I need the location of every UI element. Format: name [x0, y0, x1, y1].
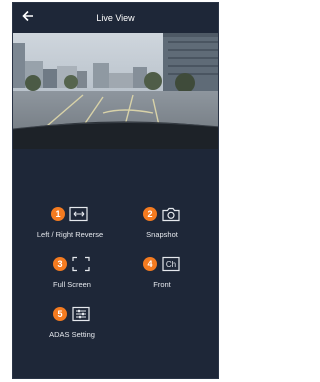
- badge-1: 1: [51, 207, 65, 221]
- badge-4: 4: [143, 257, 157, 271]
- live-view-screen: Live View 1 Left / Right Reverse 2 Snaps…: [12, 2, 219, 379]
- camera-icon: [161, 206, 181, 222]
- badge-5: 5: [53, 307, 67, 321]
- left-right-reverse-label: Left / Right Reverse: [36, 230, 104, 239]
- badge-3: 3: [53, 257, 67, 271]
- adas-setting-label: ADAS Setting: [49, 330, 95, 339]
- snapshot-button[interactable]: 2 Snapshot: [127, 206, 197, 239]
- front-label: Front: [153, 280, 171, 289]
- page-title: Live View: [96, 13, 135, 23]
- fullscreen-icon: [71, 256, 91, 272]
- badge-2: 2: [143, 207, 157, 221]
- arrow-left-icon[interactable]: [21, 9, 39, 27]
- camera-channel-icon: Ch: [161, 256, 181, 272]
- front-camera-button[interactable]: 4 Ch Front: [127, 256, 197, 289]
- flip-horizontal-icon: [69, 206, 89, 222]
- left-right-reverse-button[interactable]: 1 Left / Right Reverse: [27, 206, 113, 239]
- snapshot-label: Snapshot: [146, 230, 178, 239]
- channel-icon-text: Ch: [166, 260, 176, 269]
- top-bar: Live View: [13, 3, 218, 33]
- camera-feed: [13, 33, 218, 149]
- adas-settings-icon: [71, 306, 91, 322]
- full-screen-button[interactable]: 3 Full Screen: [37, 256, 107, 289]
- adas-setting-button[interactable]: 5 ADAS Setting: [37, 306, 107, 339]
- full-screen-label: Full Screen: [53, 280, 91, 289]
